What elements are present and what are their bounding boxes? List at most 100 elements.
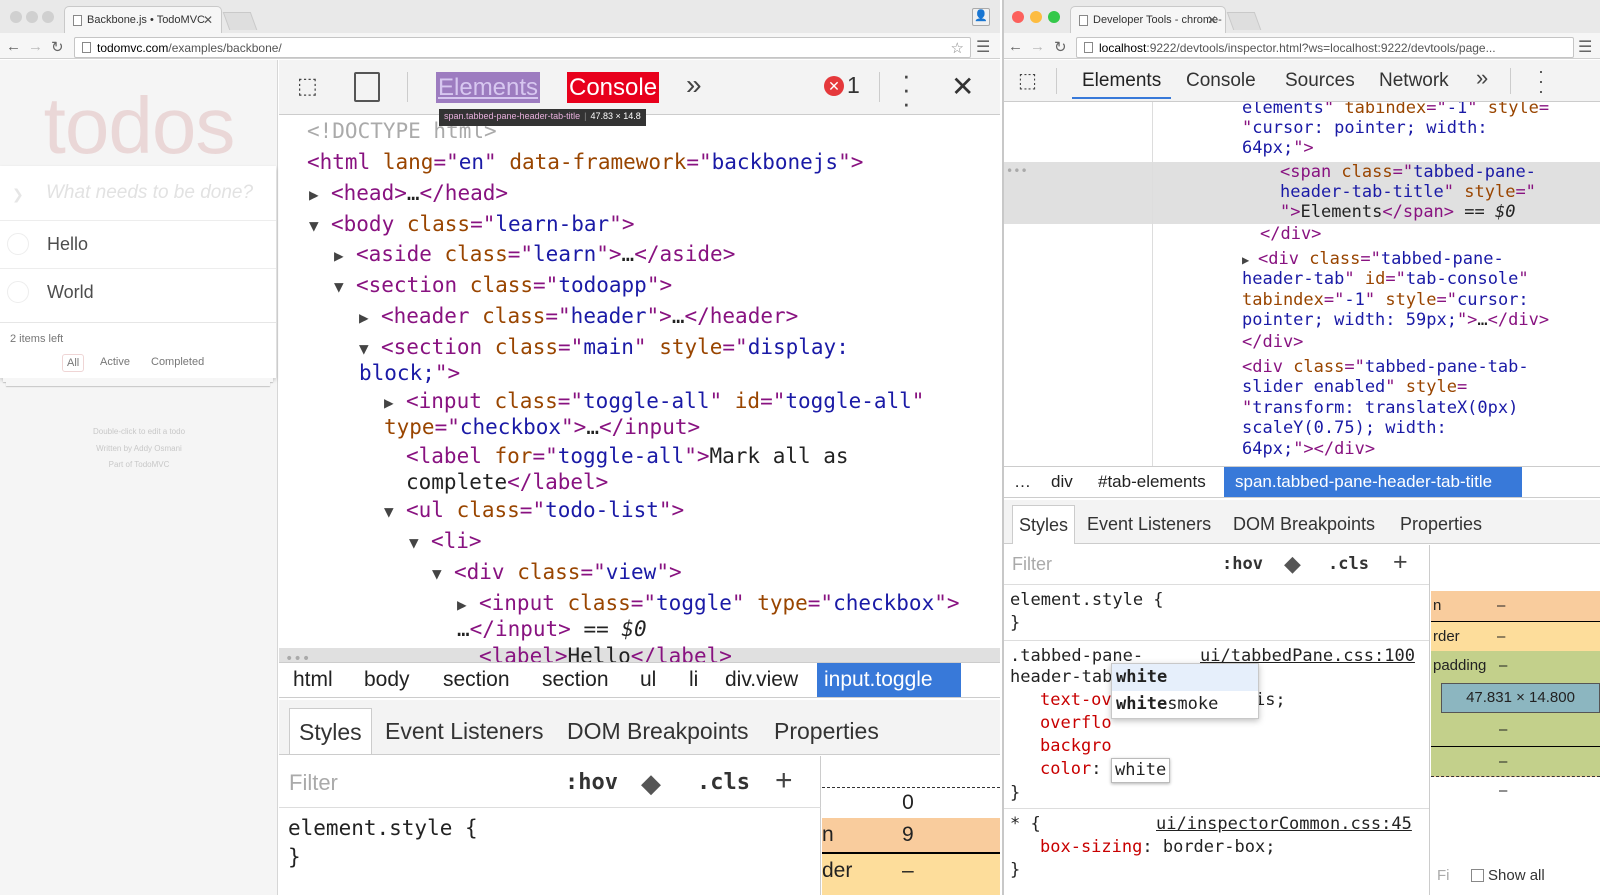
inspect-element-icon[interactable]: ⬚ — [297, 73, 318, 99]
breadcrumb-item[interactable]: body — [357, 663, 417, 697]
close-devtools-icon[interactable]: ✕ — [951, 70, 974, 103]
tree-line[interactable]: elements" tabindex="-1" style= — [1242, 102, 1549, 118]
autocomplete-item[interactable]: whitesmoke — [1112, 691, 1258, 718]
rule-selector[interactable]: * { — [1010, 813, 1041, 836]
back-arrow-icon[interactable]: ← — [1008, 38, 1023, 55]
color-value-editor[interactable]: white — [1111, 758, 1171, 783]
tab-network[interactable]: Network — [1379, 69, 1449, 99]
tab-event-listeners[interactable]: Event Listeners — [1081, 505, 1217, 544]
dom-tree[interactable]: ••• <!DOCTYPE html> <html lang="en" data… — [279, 116, 1000, 662]
zoom-window-button[interactable] — [42, 11, 54, 23]
tree-line[interactable]: ▼ <ul class="todo-list"> — [384, 497, 684, 525]
new-tab-button[interactable] — [222, 12, 258, 30]
breadcrumb-item[interactable]: section — [535, 663, 616, 697]
tree-line-selected[interactable]: ">Elements</span> == $0 — [1280, 202, 1515, 222]
tree-line[interactable]: ▼ <body class="learn-bar"> — [309, 211, 634, 239]
tab-console[interactable]: Console — [1186, 69, 1256, 99]
tree-line[interactable]: <html lang="en" data-framework="backbone… — [307, 149, 863, 175]
bookmark-star-icon[interactable]: ☆ — [951, 39, 964, 57]
toggle-all-chevron-icon[interactable]: ❯ — [12, 186, 24, 203]
tab-elements[interactable]: Elements — [1072, 69, 1172, 99]
filter-active[interactable]: Active — [96, 354, 134, 370]
property-name[interactable]: box-sizing — [1040, 837, 1142, 857]
tree-line[interactable]: header-tab" id="tab-console" — [1242, 269, 1529, 289]
styles-filter-input[interactable]: Filter — [289, 770, 338, 796]
tab-event-listeners[interactable]: Event Listeners — [376, 708, 553, 754]
tree-line-selected[interactable]: header-tab-title" style=" — [1280, 182, 1536, 202]
minimize-window-button[interactable] — [26, 11, 38, 23]
node-ellipsis-icon[interactable]: ••• — [1006, 164, 1028, 178]
tree-line-selected[interactable]: <span class="tabbed-pane- — [1280, 162, 1536, 182]
tab-styles[interactable]: Styles — [1012, 505, 1076, 544]
tree-line[interactable]: scaleY(0.75); width: — [1242, 418, 1447, 438]
breadcrumb-item[interactable]: li — [682, 663, 705, 697]
color-format-icon[interactable]: ◆ — [1284, 551, 1301, 577]
inspect-element-icon[interactable]: ⬚ — [1018, 68, 1037, 93]
autocomplete-item[interactable]: white — [1112, 664, 1258, 691]
filter-completed[interactable]: Completed — [147, 354, 208, 370]
more-tabs-icon[interactable]: » — [686, 69, 702, 101]
kebab-menu-icon[interactable]: · · · — [1538, 62, 1544, 100]
tab-elements[interactable]: Elements — [436, 72, 541, 103]
property-name[interactable]: color — [1040, 759, 1091, 779]
tree-line[interactable]: 64px;"></div> — [1242, 439, 1375, 459]
tree-line[interactable]: <label for="toggle-all">Mark all as — [406, 443, 849, 469]
tree-line-selected[interactable]: …</input> == $0 — [457, 616, 647, 642]
box-model-margin-value[interactable]: – — [1499, 776, 1507, 806]
box-model-padding-value[interactable]: – — [1499, 651, 1507, 681]
class-toggle[interactable]: .cls — [1328, 554, 1369, 574]
style-property[interactable]: color: — [1040, 758, 1101, 781]
breadcrumb-item[interactable]: div — [1045, 467, 1079, 497]
computed-filter-input[interactable]: Fi — [1437, 867, 1450, 884]
menu-icon[interactable]: ☰ — [976, 37, 990, 57]
breadcrumb-overflow[interactable]: … — [1008, 467, 1037, 497]
tree-line[interactable]: </div> — [1260, 224, 1321, 244]
tree-line[interactable]: pointer; width: 59px;">…</div> — [1242, 310, 1549, 330]
box-model-margin-value[interactable]: – — [1497, 591, 1505, 621]
hover-state-toggle[interactable]: :hov — [1222, 554, 1263, 574]
tree-line[interactable]: ▶ <input class="toggle-all" id="toggle-al… — [384, 388, 924, 416]
tree-line[interactable]: <label>Hello</label> — [479, 643, 732, 662]
style-property[interactable]: box-sizing: border-box; — [1040, 836, 1275, 859]
reload-icon[interactable]: ↻ — [1054, 38, 1067, 56]
tree-line[interactable]: ▼ <section class="main" style="display: — [359, 334, 849, 362]
new-rule-button[interactable]: + — [775, 764, 793, 798]
breadcrumb-item[interactable]: html — [286, 663, 340, 697]
tree-line[interactable]: <div class="tabbed-pane-tab- — [1242, 357, 1529, 377]
error-count[interactable]: 1 — [847, 72, 860, 99]
minimize-window-button[interactable] — [1030, 11, 1042, 23]
profile-icon[interactable]: 👤 — [972, 8, 990, 26]
tree-line[interactable]: ▶ <aside class="learn">…</aside> — [334, 241, 735, 269]
new-tab-button[interactable] — [1226, 12, 1262, 30]
box-model-border-value[interactable]: – — [902, 854, 914, 888]
tab-dom-breakpoints[interactable]: DOM Breakpoints — [558, 708, 758, 754]
tab-sources[interactable]: Sources — [1285, 69, 1355, 99]
tab-properties[interactable]: Properties — [1394, 505, 1488, 544]
dom-tree[interactable]: ••• elements" tabindex="-1" style= "curs… — [1004, 102, 1600, 466]
element-style-rule[interactable]: element.style { — [1010, 589, 1164, 612]
breadcrumb-item[interactable]: div.view — [718, 663, 805, 697]
breadcrumb-item[interactable]: ul — [633, 663, 663, 697]
address-bar[interactable]: localhost:9222/devtools/inspector.html?w… — [1076, 37, 1574, 58]
breadcrumb-item-selected[interactable]: span.tabbed-pane-header-tab-title — [1224, 467, 1522, 497]
show-all-checkbox[interactable] — [1471, 869, 1484, 882]
box-model-border-value[interactable]: – — [1499, 747, 1507, 777]
tree-line[interactable]: 64px;"> — [1242, 138, 1314, 158]
tree-line[interactable]: ▶ <header class="header">…</header> — [359, 303, 798, 331]
box-model-top-value[interactable]: 0 — [902, 791, 914, 814]
tree-line[interactable]: ▶ <head>…</head> — [309, 180, 508, 208]
tree-line[interactable]: type="checkbox">…</input> — [384, 414, 700, 440]
tab-console[interactable]: Console — [567, 72, 660, 103]
forward-arrow-icon[interactable]: → — [28, 38, 43, 55]
box-model-border-value[interactable]: – — [1497, 622, 1505, 652]
new-rule-button[interactable]: + — [1393, 548, 1408, 577]
back-arrow-icon[interactable]: ← — [6, 38, 21, 55]
styles-filter-input[interactable]: Filter — [1012, 554, 1052, 575]
todo-item[interactable]: Hello — [0, 220, 276, 268]
tree-line[interactable]: ▼ <li> — [409, 528, 482, 556]
close-tab-icon[interactable]: ✕ — [1207, 13, 1217, 27]
property-name[interactable]: backgro — [1040, 735, 1112, 758]
tree-line[interactable]: tabindex="-1" style="cursor: — [1242, 290, 1529, 310]
close-window-button[interactable] — [10, 11, 22, 23]
reload-icon[interactable]: ↻ — [51, 38, 64, 56]
